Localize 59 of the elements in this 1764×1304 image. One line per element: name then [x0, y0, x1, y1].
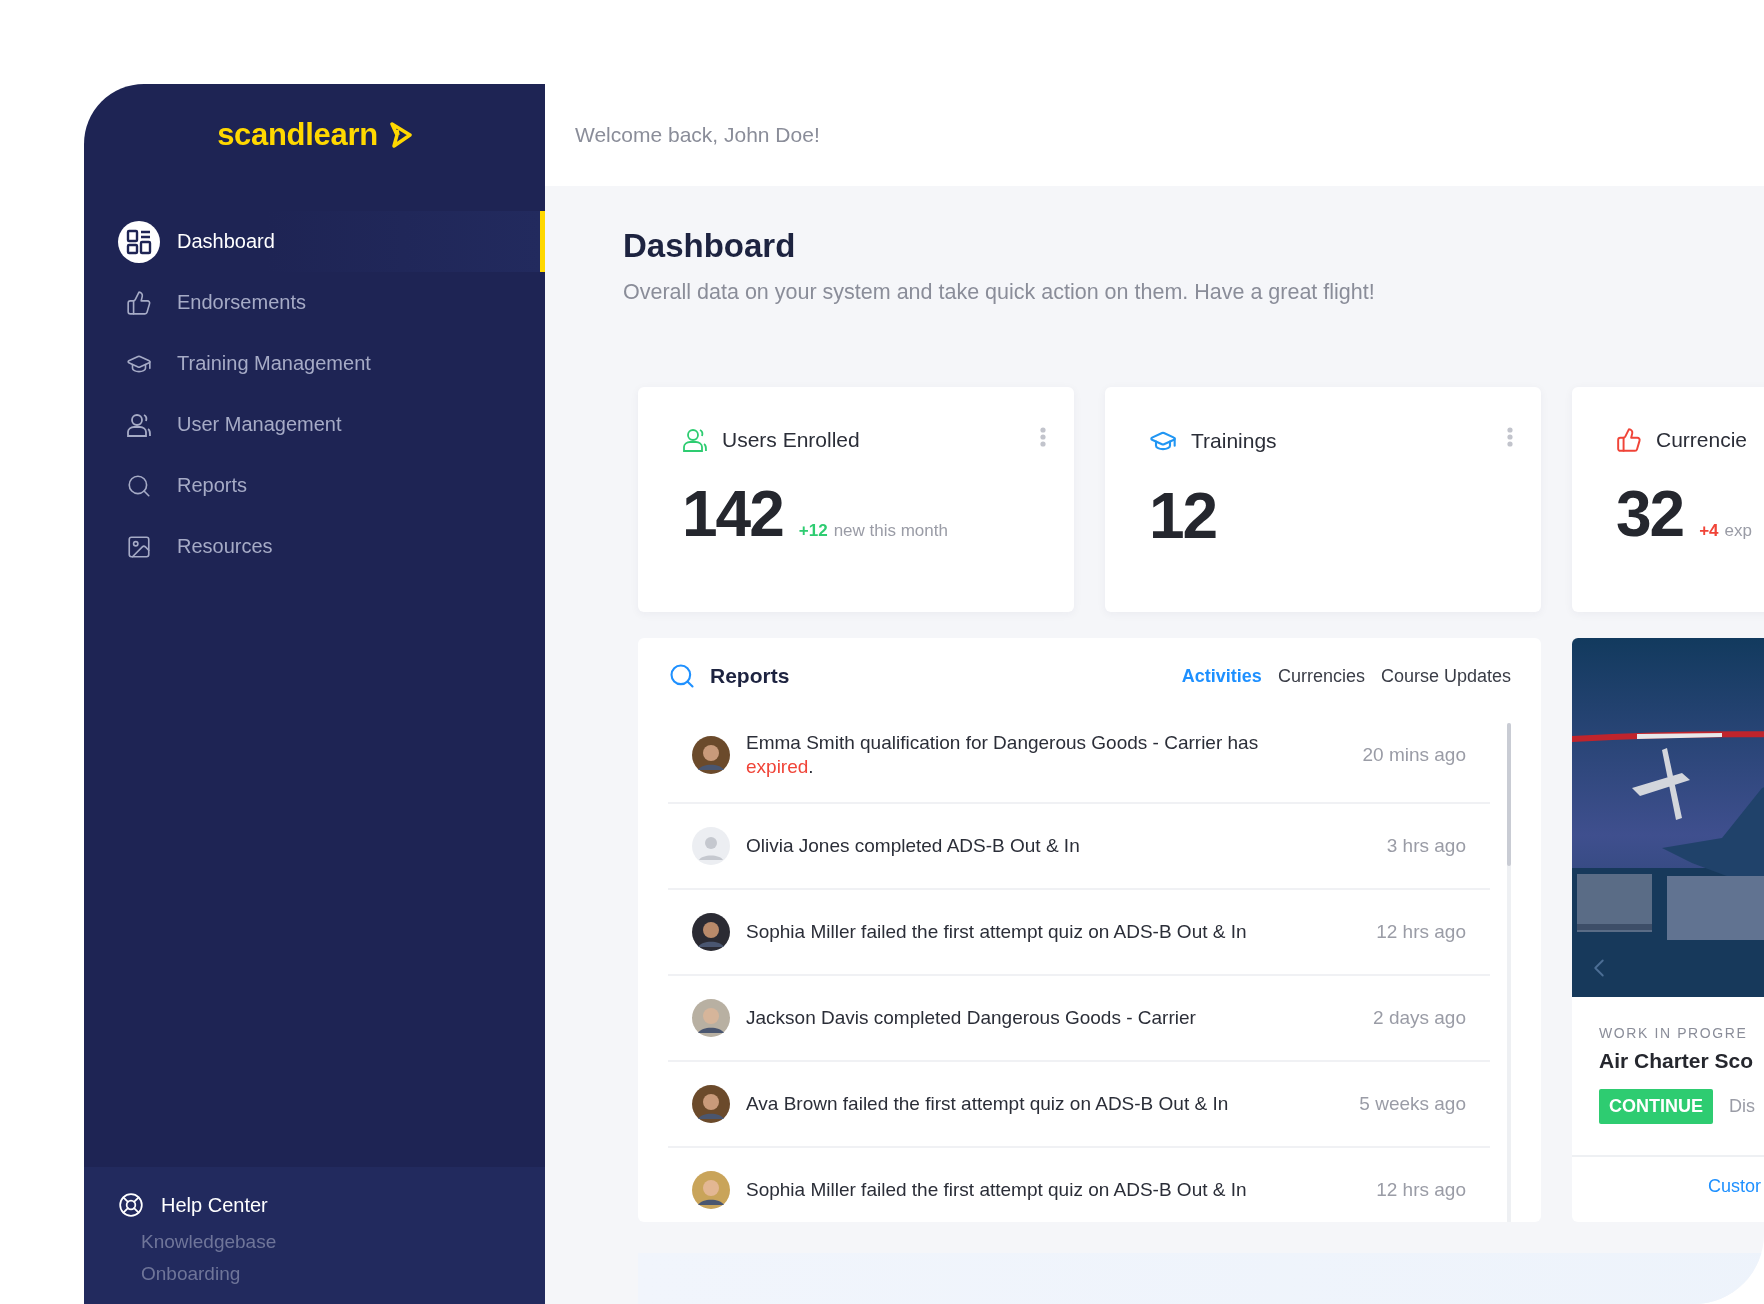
avatar	[692, 827, 730, 865]
avatar	[692, 1085, 730, 1123]
stat-value: 142	[682, 479, 783, 549]
activity-time: 5 weeks ago	[1359, 1093, 1466, 1115]
stat-value: 12	[1149, 481, 1217, 551]
activity-time: 3 hrs ago	[1386, 835, 1466, 857]
stat-note: new this month	[833, 521, 948, 541]
activity-time: 20 mins ago	[1362, 743, 1466, 766]
stat-value: 32	[1616, 479, 1684, 549]
lifebuoy-icon	[118, 1192, 144, 1218]
activity-text: Olivia Jones completed ADS-B Out & In	[746, 834, 1081, 858]
activity-text: Ava Brown failed the first attempt quiz on ADS-B Out & In	[746, 1092, 1230, 1116]
users-icon	[126, 411, 152, 438]
stat-delta: +4	[1699, 521, 1719, 541]
activity-time: 2 days ago	[1373, 1007, 1466, 1029]
thumbs-up-icon	[126, 289, 152, 316]
tab[interactable]: Activities	[1181, 665, 1262, 687]
help-center-link[interactable]: Help Center	[118, 1185, 545, 1225]
stat-title: Users Enrolled	[722, 428, 860, 452]
nav-item[interactable]: User Management	[84, 394, 545, 455]
nav-item[interactable]: Endorsements	[84, 272, 545, 333]
activity-text: Sophia Miller failed the first attempt quiz on ADS-B Out & In	[746, 920, 1248, 944]
page-title: Dashboard	[623, 226, 797, 266]
more-icon	[1040, 427, 1046, 447]
avatar	[692, 735, 730, 774]
stat-title: Trainings	[1191, 429, 1277, 453]
avatar	[692, 1171, 730, 1209]
scrollbar[interactable]	[1507, 723, 1511, 1222]
page-subtitle: Overall data on your system and take quick action on them. Have a great flight!	[623, 280, 1376, 305]
tab[interactable]: Currencies	[1277, 665, 1365, 687]
nav-item[interactable]: Resources	[84, 516, 545, 577]
more-menu-button[interactable]	[1040, 427, 1046, 447]
logo-arrow-icon	[389, 122, 412, 148]
nav-item[interactable]: Training Management	[84, 333, 545, 394]
more-menu-button[interactable]	[1507, 427, 1513, 447]
thumbs-up-icon	[1616, 427, 1642, 453]
status-label: WORK IN PROGRE	[1599, 1025, 1749, 1041]
activity-text: Jackson Davis completed Dangerous Goods - Carrier	[746, 1006, 1197, 1030]
nav-item[interactable]: Reports	[84, 455, 545, 516]
tab[interactable]: Course Updates	[1380, 665, 1511, 687]
stat-note: exp	[1724, 521, 1752, 541]
panel-title: Reports	[710, 664, 790, 688]
activity-text: Sophia Miller failed the first attempt quiz on ADS-B Out & In	[746, 1178, 1248, 1202]
avatar	[692, 999, 730, 1037]
footer-link[interactable]: Custor	[1708, 1175, 1761, 1197]
welcome-text: Welcome back, John Doe!	[575, 123, 820, 147]
activity-time: 12 hrs ago	[1376, 921, 1466, 943]
stat-delta: +12	[798, 521, 828, 541]
users-icon	[682, 427, 708, 453]
search-icon	[668, 662, 696, 690]
more-icon	[1507, 427, 1513, 447]
avatar	[692, 913, 730, 951]
activity-text: Emma Smith qualification for Dangerous Goods - Carrier has expired.	[746, 730, 1260, 779]
image-icon	[126, 533, 152, 560]
stat-title: Currencie	[1656, 428, 1748, 452]
dashboard-icon	[126, 228, 152, 255]
course-title: Air Charter Sco	[1599, 1049, 1755, 1073]
logo: scandlearn	[217, 117, 378, 153]
activity-time: 12 hrs ago	[1376, 1179, 1466, 1201]
